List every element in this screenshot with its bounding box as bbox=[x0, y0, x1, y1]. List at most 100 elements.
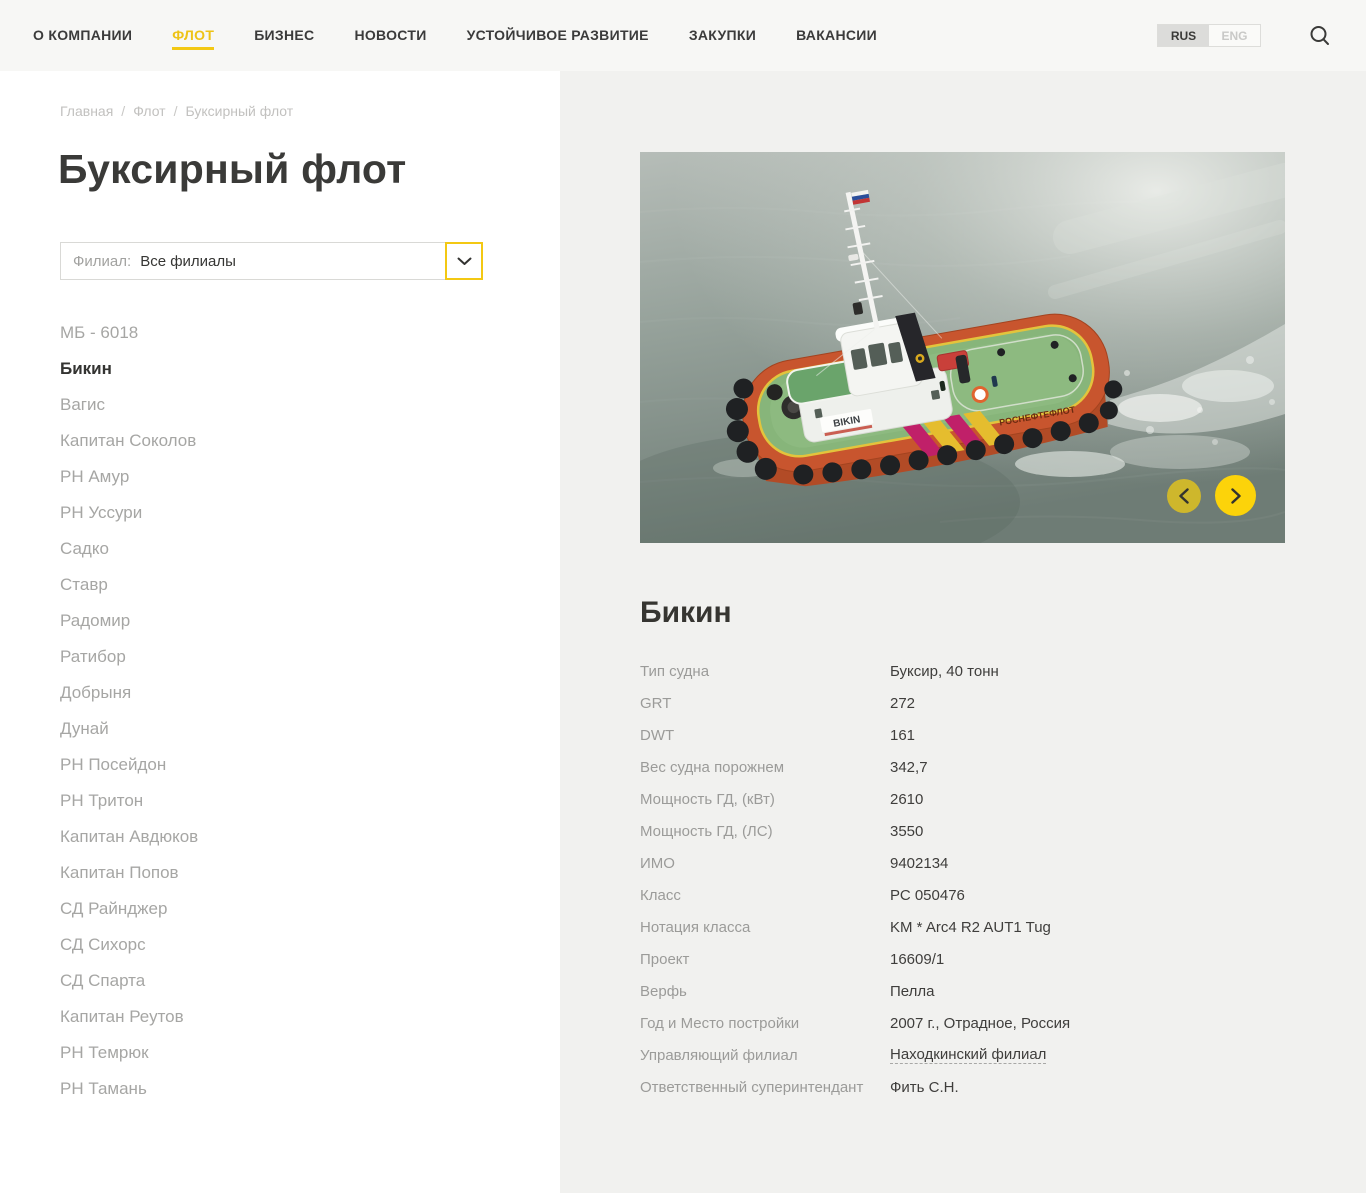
carousel-prev-button[interactable] bbox=[1167, 479, 1201, 513]
spec-row: ИМО 9402134 bbox=[640, 847, 1270, 879]
spec-value: Фить С.Н. bbox=[890, 1079, 959, 1096]
spec-label: Вес судна порожнем bbox=[640, 759, 890, 776]
fleet-list: МБ - 6018 Бикин Вагис Капитан Соколов РН… bbox=[60, 315, 500, 1107]
fleet-list-item[interactable]: Капитан Авдюков bbox=[60, 819, 500, 855]
lang-rus-button[interactable]: RUS bbox=[1158, 25, 1209, 46]
nav-item[interactable]: Флот bbox=[172, 21, 214, 50]
fleet-list-item[interactable]: Радомир bbox=[60, 603, 500, 639]
nav-item[interactable]: Закупки bbox=[689, 21, 756, 50]
fleet-item-label: Вагис bbox=[60, 395, 105, 415]
fleet-item-label: РН Тамань bbox=[60, 1079, 147, 1099]
breadcrumb-link[interactable]: Флот bbox=[133, 103, 165, 119]
breadcrumb-link[interactable]: Главная bbox=[60, 103, 113, 119]
spec-row: Тип судна Буксир, 40 тонн bbox=[640, 655, 1270, 687]
spec-value: РС 050476 bbox=[890, 887, 965, 904]
search-button[interactable] bbox=[1307, 23, 1333, 49]
main-nav: О компании Флот Бизнес Новости Устойчиво… bbox=[33, 21, 877, 50]
fleet-item-label: РН Посейдон bbox=[60, 755, 166, 775]
fleet-item-label: Ставр bbox=[60, 575, 108, 595]
spec-label: Ответственный суперинтендант bbox=[640, 1079, 890, 1096]
spec-row: Нотация класса KM * Arc4 R2 AUT1 Tug bbox=[640, 911, 1270, 943]
fleet-item-label: СД Спарта bbox=[60, 971, 145, 991]
spec-label: Мощность ГД, (ЛС) bbox=[640, 823, 890, 840]
breadcrumb-item: Главная / bbox=[60, 103, 133, 119]
nav-item[interactable]: Новости bbox=[354, 21, 426, 50]
fleet-list-item[interactable]: РН Тамань bbox=[60, 1071, 500, 1107]
spec-row: DWT 161 bbox=[640, 719, 1270, 751]
fleet-list-item[interactable]: РН Темрюк bbox=[60, 1035, 500, 1071]
breadcrumb-link[interactable]: Буксирный флот bbox=[185, 103, 293, 119]
fleet-list-item[interactable]: РН Посейдон bbox=[60, 747, 500, 783]
fleet-list-item[interactable]: РН Тритон bbox=[60, 783, 500, 819]
spec-value: 9402134 bbox=[890, 855, 948, 872]
fleet-list-item[interactable]: Бикин bbox=[60, 351, 500, 387]
spec-row: Мощность ГД, (кВт) 2610 bbox=[640, 783, 1270, 815]
spec-value[interactable]: Находкинский филиал bbox=[890, 1046, 1046, 1064]
spec-label: Тип судна bbox=[640, 663, 890, 680]
fleet-list-item[interactable]: Капитан Реутов bbox=[60, 999, 500, 1035]
search-icon bbox=[1308, 24, 1332, 48]
filter-label: Филиал: bbox=[73, 253, 131, 270]
fleet-list-item[interactable]: Садко bbox=[60, 531, 500, 567]
fleet-list-item[interactable]: СД Сихорс bbox=[60, 927, 500, 963]
spec-value: 342,7 bbox=[890, 759, 928, 776]
carousel-next-button[interactable] bbox=[1215, 475, 1256, 516]
fleet-list-item[interactable]: Ставр bbox=[60, 567, 500, 603]
spec-row: Год и Место постройки 2007 г., Отрадное,… bbox=[640, 1007, 1270, 1039]
spec-value: Пелла bbox=[890, 983, 934, 1000]
fleet-item-label: РН Темрюк bbox=[60, 1043, 149, 1063]
spec-label: DWT bbox=[640, 727, 890, 744]
chevron-right-icon bbox=[1231, 488, 1241, 504]
page-title: Буксирный флот bbox=[58, 146, 406, 193]
breadcrumb-item: Буксирный флот / bbox=[185, 103, 293, 119]
lang-eng-button[interactable]: ENG bbox=[1209, 25, 1260, 46]
fleet-item-label: Дунай bbox=[60, 719, 109, 739]
fleet-list-item[interactable]: СД Спарта bbox=[60, 963, 500, 999]
breadcrumb-separator: / bbox=[174, 103, 178, 119]
fleet-list-item[interactable]: Ратибор bbox=[60, 639, 500, 675]
fleet-list-item[interactable]: РН Амур bbox=[60, 459, 500, 495]
breadcrumb-separator: / bbox=[121, 103, 125, 119]
fleet-list-item[interactable]: Добрыня bbox=[60, 675, 500, 711]
vessel-name-heading: Бикин bbox=[640, 596, 732, 630]
spec-label: ИМО bbox=[640, 855, 890, 872]
nav-item[interactable]: Устойчивое развитие bbox=[467, 21, 649, 50]
fleet-item-label: РН Амур bbox=[60, 467, 129, 487]
fleet-list-item[interactable]: МБ - 6018 bbox=[60, 315, 500, 351]
spec-value: 3550 bbox=[890, 823, 923, 840]
fleet-list-item[interactable]: Капитан Соколов bbox=[60, 423, 500, 459]
spec-row: Проект 16609/1 bbox=[640, 943, 1270, 975]
nav-item[interactable]: Вакансии bbox=[796, 21, 877, 50]
nav-item[interactable]: О компании bbox=[33, 21, 132, 50]
filter-selected-value: Все филиалы bbox=[140, 253, 446, 270]
chevron-left-icon bbox=[1179, 488, 1189, 504]
fleet-item-label: Бикин bbox=[60, 359, 112, 379]
fleet-list-item[interactable]: РН Уссури bbox=[60, 495, 500, 531]
fleet-item-label: СД Сихорс bbox=[60, 935, 146, 955]
fleet-item-label: Капитан Авдюков bbox=[60, 827, 198, 847]
spec-value: 2610 bbox=[890, 791, 923, 808]
spec-value: 272 bbox=[890, 695, 915, 712]
breadcrumb-item: Флот / bbox=[133, 103, 185, 119]
spec-value: KM * Arc4 R2 AUT1 Tug bbox=[890, 919, 1051, 936]
fleet-item-label: Добрыня bbox=[60, 683, 131, 703]
spec-label: Проект bbox=[640, 951, 890, 968]
fleet-list-item[interactable]: Вагис bbox=[60, 387, 500, 423]
nav-item[interactable]: Бизнес bbox=[254, 21, 314, 50]
spec-value: 161 bbox=[890, 727, 915, 744]
fleet-item-label: РН Тритон bbox=[60, 791, 143, 811]
filter-dropdown-button[interactable] bbox=[445, 242, 483, 280]
chevron-down-icon bbox=[457, 257, 472, 266]
fleet-item-label: РН Уссури bbox=[60, 503, 142, 523]
fleet-list-item[interactable]: Дунай bbox=[60, 711, 500, 747]
fleet-list-item[interactable]: Капитан Попов bbox=[60, 855, 500, 891]
fleet-item-label: Ратибор bbox=[60, 647, 126, 667]
fleet-list-item[interactable]: СД Райнджер bbox=[60, 891, 500, 927]
branch-filter-select[interactable]: Филиал: Все филиалы bbox=[60, 242, 483, 280]
fleet-item-label: Капитан Реутов bbox=[60, 1007, 184, 1027]
spec-label: Мощность ГД, (кВт) bbox=[640, 791, 890, 808]
spec-value: 16609/1 bbox=[890, 951, 944, 968]
spec-row: Вес судна порожнем 342,7 bbox=[640, 751, 1270, 783]
spec-row: Верфь Пелла bbox=[640, 975, 1270, 1007]
vessel-photo-carousel: РОСНЕФТЕФЛОТ bbox=[640, 152, 1285, 543]
